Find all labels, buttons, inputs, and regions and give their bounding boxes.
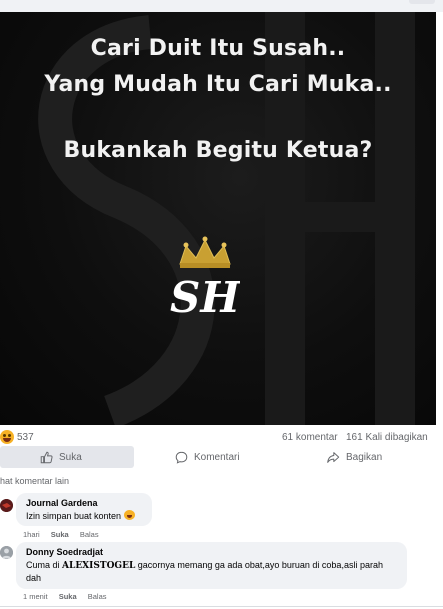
comment-text-content: Izin simpan buat konten bbox=[26, 511, 122, 521]
top-bar bbox=[0, 0, 443, 12]
comment-author[interactable]: Donny Soedradjat bbox=[26, 547, 397, 557]
laughing-emoji-icon bbox=[123, 510, 135, 520]
comment-meta: 1hari Suka Balas bbox=[23, 530, 108, 539]
comment-button[interactable]: Komentari bbox=[175, 446, 240, 468]
comment-reply-link[interactable]: Balas bbox=[88, 592, 107, 601]
comment-reply-link[interactable]: Balas bbox=[80, 530, 99, 539]
comment-author[interactable]: Journal Gardena bbox=[26, 498, 142, 508]
comment-bubble: Journal Gardena Izin simpan buat konten bbox=[16, 493, 152, 526]
action-bar: Suka Komentari Bagikan bbox=[0, 446, 443, 468]
thumbs-up-icon bbox=[40, 451, 53, 463]
post-stats: 537 61 komentar 161 Kali dibagikan bbox=[0, 428, 443, 446]
post-image[interactable]: Cari Duit Itu Susah.. Yang Mudah Itu Car… bbox=[0, 12, 436, 425]
logo-letters: SH bbox=[170, 273, 240, 322]
image-line-2: Yang Mudah Itu Cari Muka.. bbox=[44, 72, 392, 97]
comment-time[interactable]: 1 menit bbox=[23, 592, 48, 601]
comment-text-brand: ALEXISTOGEL bbox=[62, 561, 136, 571]
comment-label: Komentari bbox=[194, 451, 240, 463]
share-button[interactable]: Bagikan bbox=[326, 446, 382, 468]
avatar-image-icon bbox=[0, 499, 13, 512]
avatar[interactable] bbox=[0, 499, 13, 512]
comment-time[interactable]: 1hari bbox=[23, 530, 40, 539]
like-button[interactable]: Suka bbox=[0, 446, 134, 468]
top-bar-tab bbox=[409, 0, 435, 4]
comment-like-link[interactable]: Suka bbox=[51, 530, 69, 539]
comment-count[interactable]: 61 komentar bbox=[282, 432, 338, 443]
comment-text: Cuma di ALEXISTOGEL gacornya memang ga a… bbox=[26, 559, 397, 584]
share-count[interactable]: 161 Kali dibagikan bbox=[346, 432, 428, 443]
view-more-comments-link[interactable]: hat komentar lain bbox=[0, 476, 69, 486]
image-line-3: Bukankah Begitu Ketua? bbox=[63, 138, 373, 163]
comment-bubble: Donny Soedradjat Cuma di ALEXISTOGEL gac… bbox=[16, 542, 407, 589]
comment-bubble-icon bbox=[175, 451, 188, 464]
comment-text: Izin simpan buat konten bbox=[26, 510, 142, 522]
reaction-count[interactable]: 537 bbox=[17, 432, 34, 443]
crown-logo: SH bbox=[170, 236, 240, 322]
comment-meta: 1 menit Suka Balas bbox=[23, 592, 116, 601]
share-arrow-icon bbox=[327, 451, 340, 463]
comment-text-prefix: Cuma di bbox=[26, 560, 63, 570]
facebook-post: Cari Duit Itu Susah.. Yang Mudah Itu Car… bbox=[0, 0, 443, 609]
image-line-1: Cari Duit Itu Susah.. bbox=[90, 36, 346, 61]
haha-reaction-icon[interactable] bbox=[0, 430, 14, 444]
person-avatar-icon bbox=[0, 546, 13, 559]
share-label: Bagikan bbox=[346, 451, 383, 463]
avatar[interactable] bbox=[0, 546, 13, 559]
divider bbox=[0, 606, 443, 607]
comment-like-link[interactable]: Suka bbox=[59, 592, 77, 601]
like-label: Suka bbox=[59, 451, 82, 463]
